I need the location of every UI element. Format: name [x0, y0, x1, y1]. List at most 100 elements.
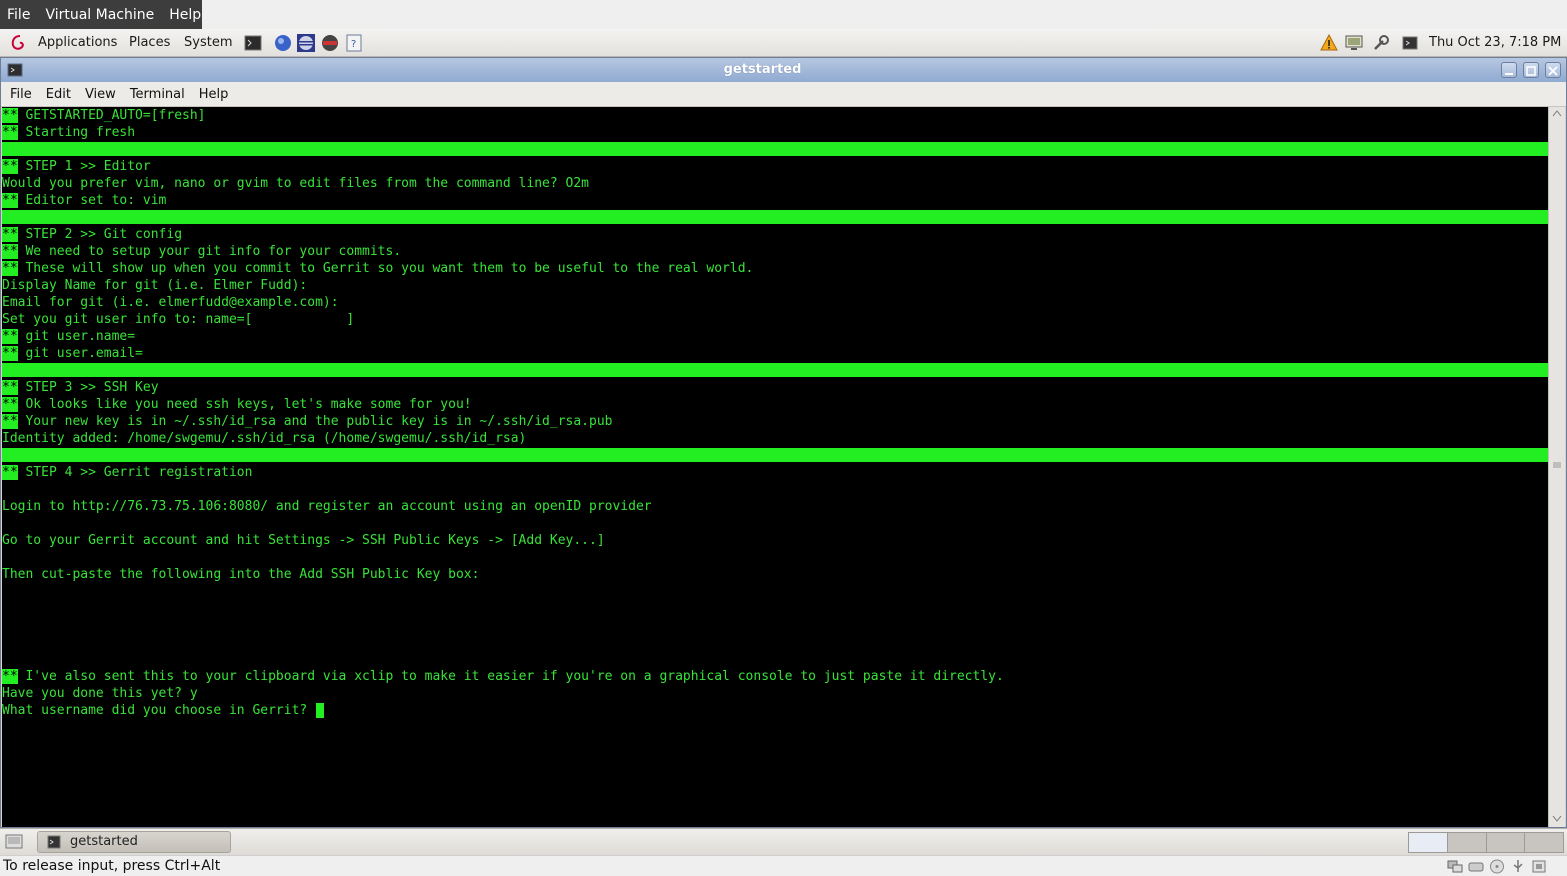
highlight-prefix: **: [2, 397, 18, 412]
terminal-line: Go to your Gerrit account and hit Settin…: [2, 532, 1548, 549]
scroll-grip-icon[interactable]: [1552, 461, 1562, 469]
highlight-prefix: **: [2, 414, 18, 429]
maximize-icon: [1526, 66, 1536, 76]
terminal-line: ** git user.email=: [2, 345, 1548, 362]
terminal-scrollbar[interactable]: [1548, 107, 1565, 827]
highlight-prefix: **: [2, 244, 18, 259]
terminal-line: ** STEP 3 >> SSH Key: [2, 379, 1548, 396]
highlight-prefix: **: [2, 227, 18, 242]
close-button[interactable]: [1545, 62, 1561, 78]
separator-bar: [2, 448, 1548, 462]
window-title: getstarted: [723, 62, 802, 77]
highlight-prefix: **: [2, 465, 18, 480]
terminal-line: ** We need to setup your git info for yo…: [2, 243, 1548, 260]
terminal-menu-terminal[interactable]: Terminal: [130, 87, 185, 102]
terminal-menubar: File Edit View Terminal Help: [1, 82, 1566, 107]
taskbar-terminal-icon: [47, 835, 61, 849]
terminal-output[interactable]: ** GETSTARTED_AUTO=[fresh] ** Starting fr…: [2, 107, 1548, 827]
line-text: STEP 4 >> Gerrit registration: [17, 465, 253, 480]
panel-clock[interactable]: Thu Oct 23, 7:18 PM: [1429, 29, 1561, 57]
terminal-menu-file[interactable]: File: [10, 87, 32, 102]
line-text: STEP 3 >> SSH Key: [17, 380, 159, 395]
warning-icon[interactable]: [1320, 34, 1338, 52]
panel-menu-applications[interactable]: Applications: [38, 29, 117, 57]
vm-menu-file[interactable]: File: [7, 7, 30, 23]
line-text: Email for git (i.e. elmerfudd@example.co…: [2, 295, 339, 310]
help-document-icon[interactable]: ?: [345, 34, 363, 52]
terminal-line: ** git user.name=: [2, 328, 1548, 345]
terminal-cursor: [316, 703, 325, 718]
line-text: Login to http://76.73.75.106:8080/ and r…: [2, 499, 652, 514]
window-titlebar[interactable]: getstarted: [1, 58, 1566, 82]
terminal-line: Display Name for git (i.e. Elmer Fudd):: [2, 277, 1548, 294]
eclipse-icon[interactable]: [297, 34, 315, 52]
debian-swirl-icon[interactable]: [10, 34, 28, 52]
web-browser-icon[interactable]: [274, 34, 292, 52]
tools-icon[interactable]: [1372, 34, 1390, 52]
maximize-button[interactable]: [1523, 62, 1539, 78]
close-icon: [1548, 66, 1558, 76]
vm-menu-help[interactable]: Help: [169, 7, 201, 23]
scroll-up-icon[interactable]: [1552, 109, 1562, 117]
vm-menu-virtual-machine[interactable]: Virtual Machine: [45, 7, 154, 23]
terminal-line: ** Starting fresh: [2, 124, 1548, 141]
highlight-prefix: **: [2, 261, 18, 276]
workspace-4[interactable]: [1525, 833, 1563, 852]
terminal-launcher-icon[interactable]: [244, 34, 262, 52]
line-text: What username did you choose in Gerrit?: [2, 703, 316, 718]
show-desktop-icon[interactable]: [5, 833, 23, 851]
workspace-1[interactable]: [1409, 833, 1448, 852]
terminal-line: ** Editor set to: vim: [2, 192, 1548, 209]
highlight-prefix: **: [2, 380, 18, 395]
top-panel: Applications Places System ? Thu Oct 23,…: [0, 29, 1567, 57]
line-text: These will show up when you commit to Ge…: [17, 261, 754, 276]
line-text: Have you done this yet? y: [2, 686, 198, 701]
highlight-prefix: **: [2, 125, 18, 140]
media-icon[interactable]: [321, 34, 339, 52]
workspace-3[interactable]: [1486, 833, 1526, 852]
terminal-menu-edit[interactable]: Edit: [46, 87, 71, 102]
terminal-line: Would you prefer vim, nano or gvim to ed…: [2, 175, 1548, 192]
panel-menu-system[interactable]: System: [184, 29, 232, 57]
highlight-prefix: **: [2, 346, 18, 361]
line-text: Display Name for git (i.e. Elmer Fudd):: [2, 278, 308, 293]
taskbar-item-label: getstarted: [70, 834, 138, 849]
terminal-menu-help[interactable]: Help: [199, 87, 229, 102]
terminal-line: Login to http://76.73.75.106:8080/ and r…: [2, 498, 1548, 515]
vm-menubar: File Virtual Machine Help: [0, 0, 1567, 29]
terminal-line: ** These will show up when you commit to…: [2, 260, 1548, 277]
line-text: GETSTARTED_AUTO=[fresh]: [17, 108, 206, 123]
line-text: git user.email=: [17, 346, 143, 361]
panel-menu-places[interactable]: Places: [129, 29, 170, 57]
line-text: Editor set to: vim: [17, 193, 167, 208]
network-icon[interactable]: [1345, 34, 1363, 52]
terminal-menu-view[interactable]: View: [85, 87, 116, 102]
vm-disk-icon[interactable]: [1468, 859, 1484, 874]
terminal-line: ** STEP 2 >> Git config: [2, 226, 1548, 243]
vm-network-icon[interactable]: [1447, 859, 1463, 874]
line-text: Set you git user info to: name=[ ]: [2, 312, 355, 327]
separator-bar: [2, 363, 1548, 377]
vm-cdrom-icon[interactable]: [1489, 859, 1505, 874]
line-text: Go to your Gerrit account and hit Settin…: [2, 533, 605, 548]
line-text: git user.name=: [17, 329, 136, 344]
scroll-down-icon[interactable]: [1552, 815, 1562, 823]
vm-device-icon[interactable]: [1531, 859, 1547, 874]
highlight-prefix: **: [2, 669, 18, 684]
vm-statusbar: To release input, press Ctrl+Alt: [0, 855, 1567, 876]
taskbar-item-getstarted[interactable]: getstarted: [37, 831, 231, 853]
vm-usb-icon[interactable]: [1510, 859, 1526, 874]
workspace-2[interactable]: [1447, 833, 1487, 852]
terminal-tray-icon[interactable]: [1401, 34, 1419, 52]
terminal-line: ** STEP 4 >> Gerrit registration: [2, 464, 1548, 481]
minimize-icon: [1505, 73, 1513, 75]
vm-menu-group: File Virtual Machine Help: [0, 0, 202, 29]
minimize-button[interactable]: [1501, 62, 1517, 78]
highlight-prefix: **: [2, 108, 18, 123]
